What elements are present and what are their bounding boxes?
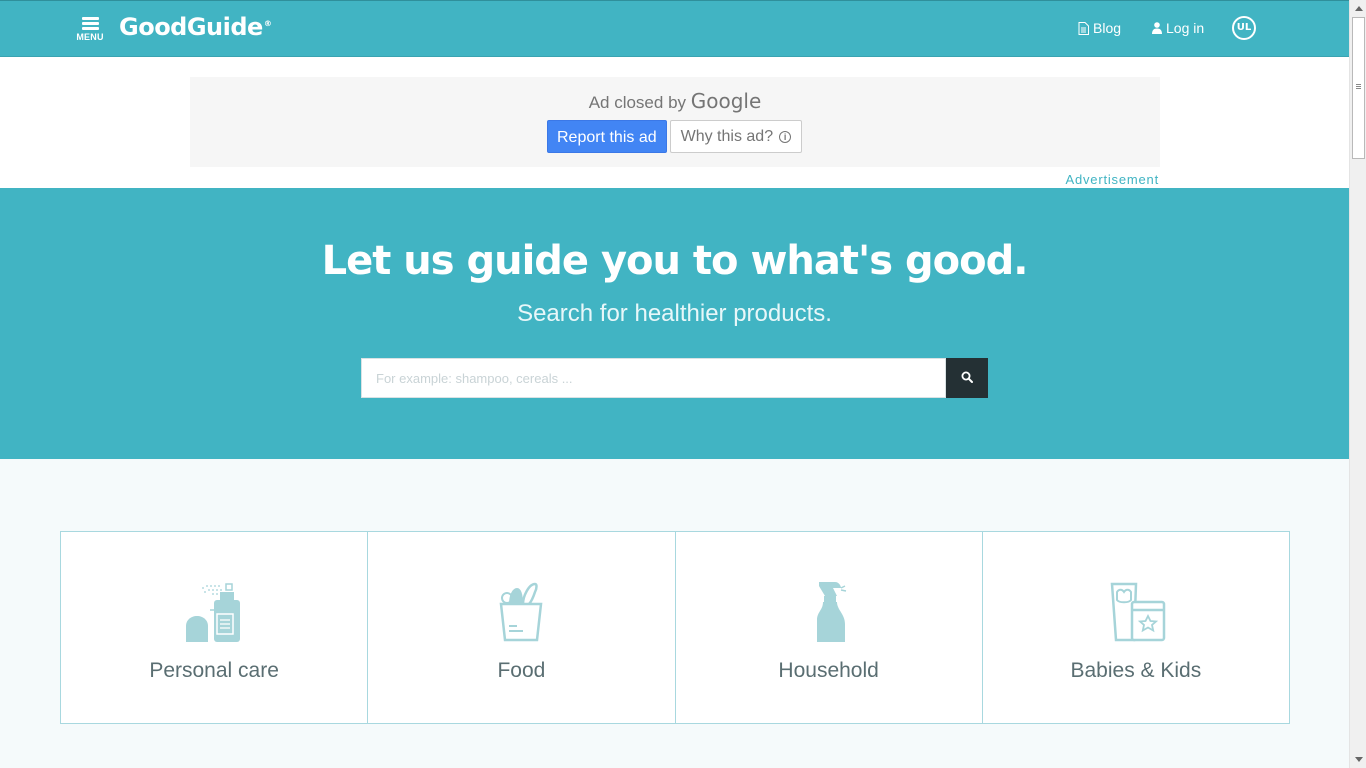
goodguide-logo[interactable]: GoodGuide® xyxy=(119,13,272,41)
registered-mark: ® xyxy=(263,19,272,28)
vertical-scrollbar[interactable] xyxy=(1349,0,1366,768)
why-this-ad-label: Why this ad? xyxy=(680,128,774,145)
user-icon xyxy=(1152,22,1162,34)
category-label: Personal care xyxy=(149,659,279,682)
menu-label: MENU xyxy=(76,32,104,42)
document-icon xyxy=(1078,21,1089,35)
hamburger-icon xyxy=(81,17,99,30)
category-food[interactable]: Food xyxy=(368,532,676,723)
menu-button[interactable]: MENU xyxy=(74,15,106,47)
hero-subtitle: Search for healthier products. xyxy=(517,300,832,327)
category-babies-kids[interactable]: Babies & Kids xyxy=(983,532,1289,723)
info-icon: i xyxy=(779,130,792,143)
baby-products-icon xyxy=(1104,580,1168,644)
search-bar xyxy=(361,358,988,398)
scroll-down-arrow-icon[interactable] xyxy=(1350,751,1366,768)
ad-area: Ad closed by Google Report this ad Why t… xyxy=(0,57,1349,188)
ad-buttons: Report this ad Why this ad? i xyxy=(547,120,803,153)
hero-section: Let us guide you to what's good. Search … xyxy=(0,188,1349,459)
login-label: Log in xyxy=(1166,20,1205,36)
scroll-up-arrow-icon[interactable] xyxy=(1350,0,1366,17)
search-button[interactable] xyxy=(946,358,988,398)
blog-link[interactable]: Blog xyxy=(1078,20,1121,36)
category-label: Food xyxy=(497,659,546,682)
blog-label: Blog xyxy=(1093,20,1122,36)
category-household[interactable]: Household xyxy=(676,532,983,723)
spray-bottle-icon xyxy=(797,580,861,644)
why-this-ad-button[interactable]: Why this ad? i xyxy=(669,120,803,153)
scrollbar-grip xyxy=(1356,84,1361,90)
search-input[interactable] xyxy=(361,358,946,398)
search-icon xyxy=(961,371,973,386)
google-logo: Google xyxy=(690,89,762,113)
top-navigation-bar: MENU GoodGuide® Blog Log in UL xyxy=(0,0,1349,57)
hero-title: Let us guide you to what's good. xyxy=(321,238,1029,284)
category-personal-care[interactable]: Personal care xyxy=(61,532,369,723)
ad-closed-text: Ad closed by Google xyxy=(190,89,1160,113)
scrollbar-thumb[interactable] xyxy=(1352,17,1365,159)
category-label: Babies & Kids xyxy=(1070,659,1202,682)
advertisement-label: Advertisement xyxy=(1065,172,1159,187)
ad-box: Ad closed by Google Report this ad Why t… xyxy=(190,77,1160,167)
grocery-bag-icon xyxy=(489,580,553,644)
page: MENU GoodGuide® Blog Log in UL Ad closed… xyxy=(0,0,1349,768)
personal-care-icon xyxy=(182,580,246,644)
logo-text: GoodGuide xyxy=(119,13,263,41)
category-grid: Personal care Food Household Babies & Ki… xyxy=(60,531,1290,724)
report-ad-button[interactable]: Report this ad xyxy=(547,120,667,153)
ad-closed-label: Ad closed by xyxy=(588,93,687,112)
login-link[interactable]: Log in xyxy=(1152,20,1204,36)
category-label: Household xyxy=(778,659,879,682)
ul-logo[interactable]: UL xyxy=(1232,16,1256,40)
